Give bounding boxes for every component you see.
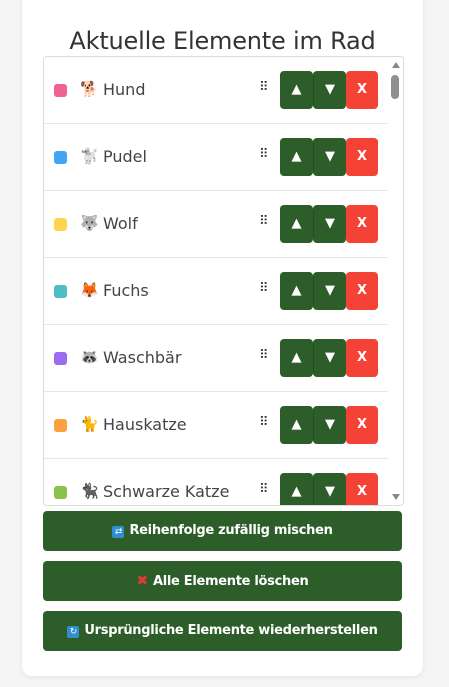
list-scrollbar[interactable]	[388, 57, 403, 505]
scrollbar-thumb[interactable]	[391, 75, 399, 99]
move-up-button[interactable]: ▲	[280, 272, 313, 310]
drag-handle-icon[interactable]: ⠿	[259, 415, 269, 431]
drag-handle-icon[interactable]: ⠿	[259, 147, 269, 163]
animal-icon: 🦊	[80, 281, 99, 299]
move-up-button[interactable]: ▲	[280, 71, 313, 109]
move-down-button[interactable]: ▼	[313, 138, 346, 176]
animal-icon: 🐩	[80, 147, 99, 165]
restore-icon: ↻	[67, 626, 80, 638]
drag-handle-icon[interactable]: ⠿	[259, 80, 269, 96]
page-title: Aktuelle Elemente im Rad	[69, 26, 376, 55]
item-label: Waschbär	[103, 348, 182, 367]
color-swatch	[54, 151, 67, 164]
item-label: Pudel	[103, 147, 147, 166]
item-label: Wolf	[103, 214, 138, 233]
move-down-button[interactable]: ▼	[313, 205, 346, 243]
drag-handle-icon[interactable]: ⠿	[259, 214, 269, 230]
move-down-button[interactable]: ▼	[313, 406, 346, 444]
color-swatch	[54, 285, 67, 298]
shuffle-button[interactable]: ⇄ Reihenfolge zufällig mischen	[43, 511, 402, 551]
scroll-up-arrow-icon[interactable]	[392, 62, 400, 68]
move-up-button[interactable]: ▲	[280, 339, 313, 377]
clear-all-button[interactable]: ✖ Alle Elemente löschen	[43, 561, 402, 601]
move-down-button[interactable]: ▼	[313, 473, 346, 505]
item-label: Fuchs	[103, 281, 149, 300]
list-item[interactable]: 🦊 Fuchs ⠿ ▲ ▼ X	[44, 258, 388, 325]
list-item[interactable]: 🐺 Wolf ⠿ ▲ ▼ X	[44, 191, 388, 258]
animal-icon: 🐺	[80, 214, 99, 232]
cross-icon: ✖	[136, 573, 149, 589]
animal-icon: 🐈‍⬛	[80, 482, 99, 500]
drag-handle-icon[interactable]: ⠿	[259, 482, 269, 498]
move-up-button[interactable]: ▲	[280, 205, 313, 243]
clear-all-button-label: Alle Elemente löschen	[152, 574, 309, 589]
color-swatch	[54, 486, 67, 499]
list-item[interactable]: 🦝 Waschbär ⠿ ▲ ▼ X	[44, 325, 388, 392]
restore-button-label: Ursprüngliche Elemente wiederherstellen	[84, 623, 378, 638]
move-up-button[interactable]: ▲	[280, 406, 313, 444]
color-swatch	[54, 218, 67, 231]
elements-list[interactable]: 🐕 Hund ⠿ ▲ ▼ X 🐩 Pudel ⠿ ▲ ▼ X 🐺 Wolf ⠿ ▲ ▼ X 🦊 Fuchs ⠿ ▲ ▼ X 🦝 W…	[43, 56, 404, 506]
drag-handle-icon[interactable]: ⠿	[259, 348, 269, 364]
move-down-button[interactable]: ▼	[313, 71, 346, 109]
delete-button[interactable]: X	[346, 406, 378, 444]
delete-button[interactable]: X	[346, 272, 378, 310]
item-label: Hauskatze	[103, 415, 187, 434]
animal-icon: 🐕	[80, 80, 99, 98]
delete-button[interactable]: X	[346, 138, 378, 176]
item-label: Hund	[103, 80, 146, 99]
delete-button[interactable]: X	[346, 205, 378, 243]
shuffle-icon: ⇄	[112, 526, 125, 538]
drag-handle-icon[interactable]: ⠿	[259, 281, 269, 297]
elements-list-content: 🐕 Hund ⠿ ▲ ▼ X 🐩 Pudel ⠿ ▲ ▼ X 🐺 Wolf ⠿ ▲ ▼ X 🦊 Fuchs ⠿ ▲ ▼ X 🦝 W…	[44, 57, 388, 505]
list-item[interactable]: 🐕 Hund ⠿ ▲ ▼ X	[44, 57, 388, 124]
delete-button[interactable]: X	[346, 339, 378, 377]
delete-button[interactable]: X	[346, 473, 378, 505]
move-down-button[interactable]: ▼	[313, 272, 346, 310]
move-up-button[interactable]: ▲	[280, 473, 313, 505]
animal-icon: 🦝	[80, 348, 99, 366]
color-swatch	[54, 84, 67, 97]
delete-button[interactable]: X	[346, 71, 378, 109]
animal-icon: 🐈	[80, 415, 99, 433]
list-item[interactable]: 🐈‍⬛ Schwarze Katze ⠿ ▲ ▼ X	[44, 459, 388, 505]
list-item[interactable]: 🐈 Hauskatze ⠿ ▲ ▼ X	[44, 392, 388, 459]
move-up-button[interactable]: ▲	[280, 138, 313, 176]
color-swatch	[54, 419, 67, 432]
scroll-down-arrow-icon[interactable]	[392, 494, 400, 500]
color-swatch	[54, 352, 67, 365]
shuffle-button-label: Reihenfolge zufällig mischen	[129, 523, 333, 538]
item-label: Schwarze Katze	[103, 482, 230, 501]
restore-button[interactable]: ↻ Ursprüngliche Elemente wiederherstellen	[43, 611, 402, 651]
list-item[interactable]: 🐩 Pudel ⠿ ▲ ▼ X	[44, 124, 388, 191]
move-down-button[interactable]: ▼	[313, 339, 346, 377]
